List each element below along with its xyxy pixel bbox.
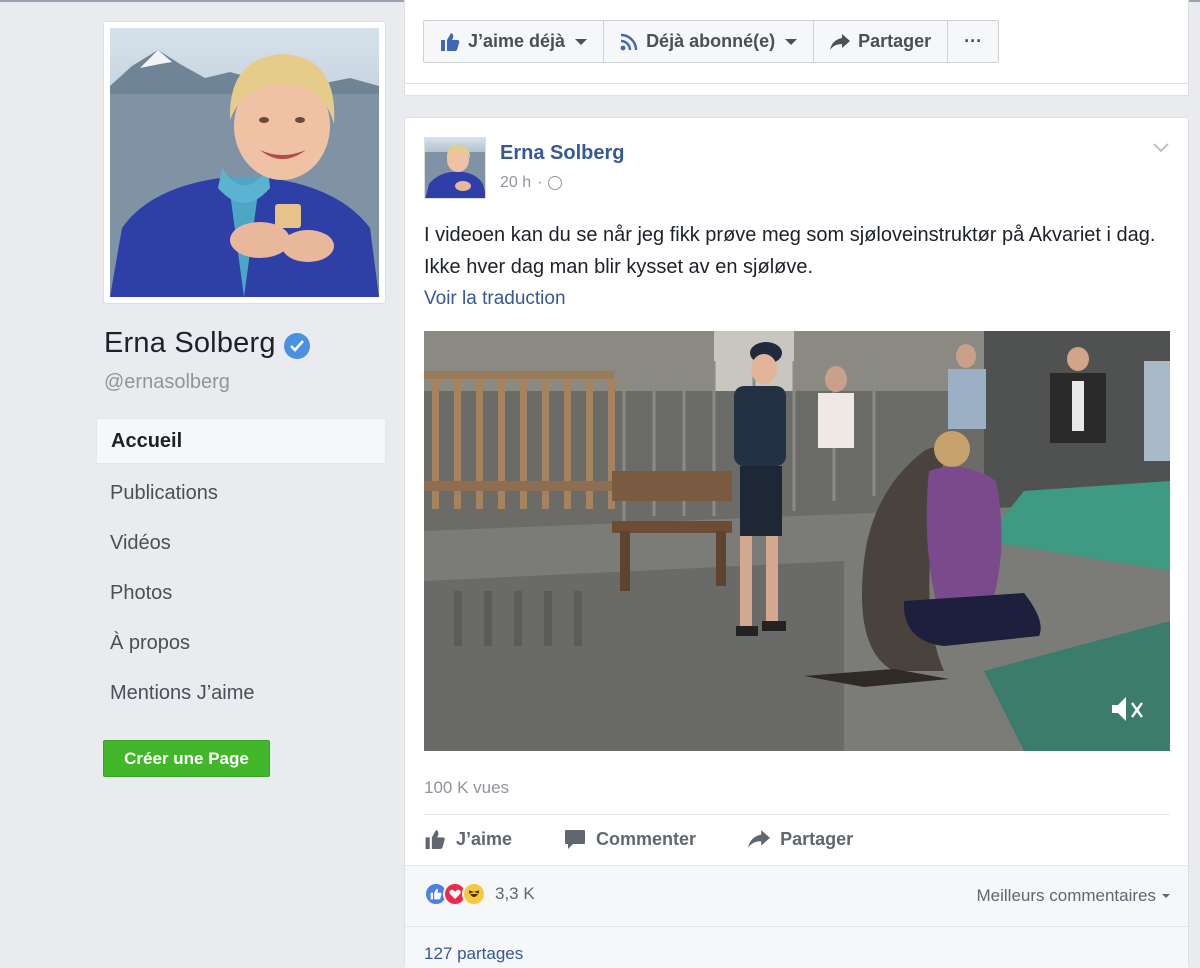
comment-sort-dropdown[interactable]: Meilleurs commentaires: [976, 886, 1170, 906]
share-arrow-icon: [748, 830, 771, 848]
post-like-button[interactable]: J’aime: [424, 829, 512, 850]
chevron-down-icon: [1162, 894, 1170, 898]
post-feedback-area: 3,3 K Meilleurs commentaires 127 partage…: [405, 865, 1188, 968]
reactions-summary[interactable]: 3,3 K: [424, 882, 535, 906]
like-page-label: J’aime déjà: [468, 31, 566, 51]
share-page-button[interactable]: Partager: [814, 21, 949, 62]
video-view-count: 100 K vues: [424, 778, 510, 797]
sidebar-item-posts[interactable]: Publications: [96, 468, 386, 518]
avatar-illustration: [425, 145, 485, 198]
more-options-button[interactable]: ···: [948, 21, 998, 62]
reaction-count: 3,3 K: [495, 884, 535, 903]
page-sidebar-nav: Accueil Publications Vidéos Photos À pro…: [96, 418, 386, 718]
meta-separator: ·: [537, 174, 543, 191]
page-title[interactable]: Erna Solberg: [104, 327, 276, 360]
post-share-button[interactable]: Partager: [748, 829, 853, 850]
follow-page-label: Déjà abonné(e): [646, 31, 776, 51]
sidebar-item-about[interactable]: À propos: [96, 618, 386, 668]
sidebar-item-home[interactable]: Accueil: [96, 418, 386, 464]
see-translation-link[interactable]: Voir la traduction: [424, 288, 566, 310]
like-page-button[interactable]: J’aime déjà: [424, 21, 605, 62]
comment-bubble-icon: [565, 829, 586, 849]
thumbs-up-icon: [425, 829, 445, 849]
thumbs-up-icon: [441, 32, 460, 51]
divider: [405, 926, 1188, 927]
sidebar-item-likes[interactable]: Mentions J’aime: [96, 668, 386, 718]
post-action-row: J’aime Commenter Partager: [424, 818, 905, 860]
rss-follow-icon: [620, 33, 638, 50]
haha-reaction-icon: [462, 882, 486, 906]
video-frame: [424, 331, 1170, 751]
page-actions-card-footer: [404, 84, 1189, 96]
share-count-link[interactable]: 127 partages: [424, 944, 523, 964]
post-comment-label: Commenter: [596, 828, 697, 849]
share-arrow-icon: [830, 33, 851, 50]
post-share-label: Partager: [780, 828, 854, 849]
post-comment-button[interactable]: Commenter: [564, 829, 696, 850]
post-timestamp[interactable]: 20 h: [500, 174, 531, 192]
more-options-icon: ···: [964, 31, 983, 51]
sidebar-item-photos[interactable]: Photos: [96, 568, 386, 618]
sidebar-item-videos[interactable]: Vidéos: [96, 518, 386, 568]
post-options-chevron-icon[interactable]: [1152, 142, 1170, 154]
create-page-button[interactable]: Créer une Page: [103, 740, 270, 777]
post-author-name[interactable]: Erna Solberg: [500, 142, 624, 165]
profile-photo-illustration: [110, 50, 379, 297]
post-message: I videoen kan du se når jeg fikk prøve m…: [424, 224, 1156, 278]
chevron-down-icon: [785, 38, 798, 45]
profile-picture: [110, 28, 379, 297]
post-author-avatar[interactable]: [424, 137, 486, 199]
chevron-down-icon: [575, 38, 588, 45]
page-handle[interactable]: @ernasolberg: [104, 371, 230, 394]
page-action-bar: J’aime déjà Déjà abonné(e) Partager ···: [423, 20, 1000, 63]
comment-sort-label: Meilleurs commentaires: [976, 886, 1157, 905]
verified-badge-icon: [283, 332, 310, 359]
post-card: Erna Solberg 20 h · I videoen kan du se …: [404, 117, 1189, 968]
page-name-row: Erna Solberg: [104, 327, 310, 360]
follow-page-button[interactable]: Déjà abonné(e): [604, 21, 815, 62]
divider: [424, 814, 1170, 815]
profile-picture-frame[interactable]: [103, 21, 386, 304]
post-meta: 20 h ·: [500, 174, 563, 192]
post-like-label: J’aime: [456, 828, 513, 849]
video-player[interactable]: [424, 331, 1170, 751]
globe-privacy-icon: [548, 176, 563, 190]
share-page-label: Partager: [858, 31, 932, 51]
